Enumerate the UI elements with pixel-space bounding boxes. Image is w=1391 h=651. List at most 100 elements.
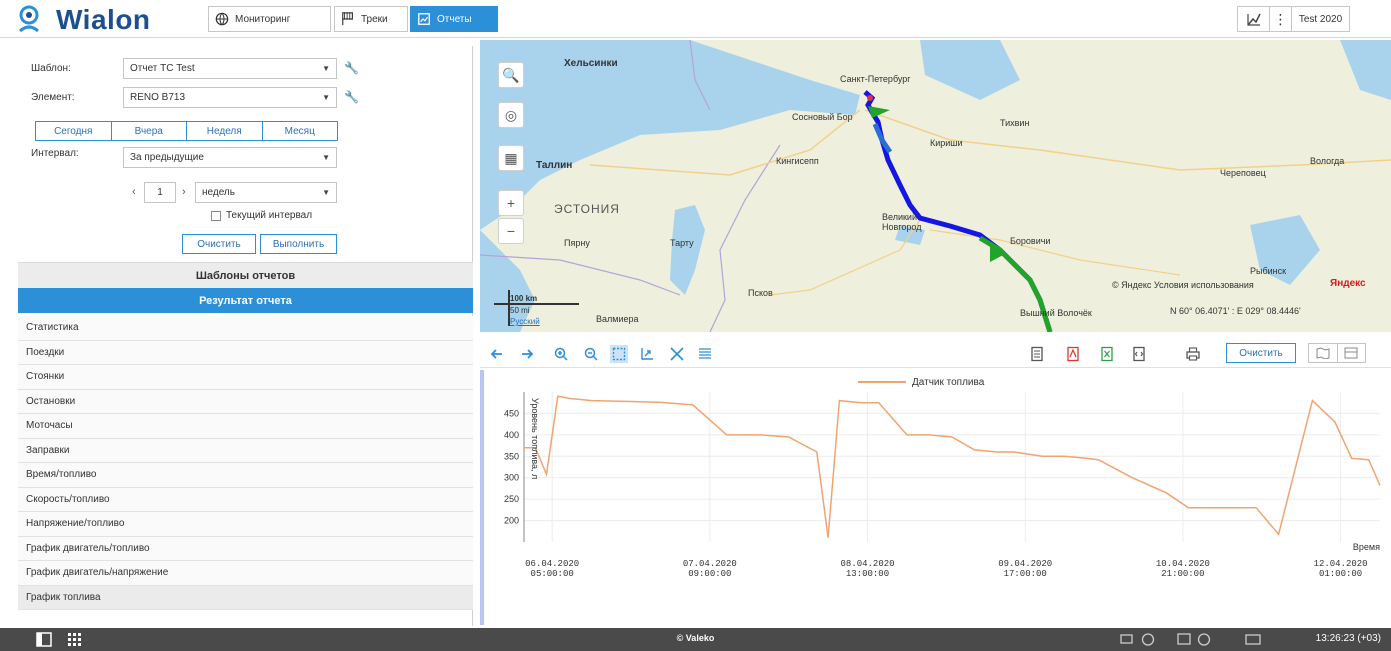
y-tick-label: 450 (504, 408, 519, 418)
result-table-item[interactable]: Моточасы (18, 414, 473, 439)
wialon-logo[interactable]: Wialon (16, 4, 151, 36)
pdf-icon (1067, 346, 1079, 362)
locate-icon: ◎ (504, 106, 518, 123)
x-tick-label: 07.04.2020 09:00:00 (683, 559, 737, 579)
tab-tracks-label: Треки (361, 13, 388, 25)
chart-clear-button[interactable]: Очистить (1226, 343, 1296, 363)
map-copyright[interactable]: © Яндекс Условия использования (1112, 280, 1254, 290)
sessions-icon[interactable] (1176, 632, 1192, 647)
city-label: Санкт-Петербург (840, 74, 911, 84)
result-table-item[interactable]: Поездки (18, 340, 473, 365)
export-excel-button[interactable] (1098, 345, 1116, 363)
search-icon: 🔍 (502, 66, 520, 83)
result-table-item[interactable]: Время/топливо (18, 463, 473, 488)
scale-language-link[interactable]: Русский (510, 317, 540, 326)
export-pdf-button[interactable] (1064, 345, 1082, 363)
run-button[interactable]: Выполнить (260, 234, 337, 254)
city-label: Великий Новгород (882, 212, 922, 232)
templates-section-header[interactable]: Шаблоны отчетов (18, 262, 473, 288)
result-section-header[interactable]: Результат отчета (18, 288, 473, 313)
result-table-item[interactable]: Напряжение/топливо (18, 512, 473, 537)
result-table-item[interactable]: Стоянки (18, 365, 473, 390)
city-label: Сосновый Бор (792, 112, 853, 122)
x-tick-label: 08.04.2020 13:00:00 (841, 559, 895, 579)
xml-icon (1133, 346, 1145, 362)
map-background (480, 40, 1391, 332)
element-select[interactable]: RENO B713 ▼ (123, 86, 337, 108)
logo-text: Wialon (56, 4, 151, 35)
country-label: ЭСТОНИЯ (554, 202, 620, 216)
clear-button[interactable]: Очистить (182, 234, 256, 254)
template-settings-icon[interactable]: 🔧 (344, 61, 359, 75)
period-month-button[interactable]: Месяц (263, 122, 338, 140)
status-icon[interactable] (1196, 632, 1212, 647)
result-table-item[interactable]: График двигатель/топливо (18, 536, 473, 561)
map-layers-icon: ▦ (504, 149, 518, 166)
period-yesterday-button[interactable]: Вчера (112, 122, 187, 140)
back-button[interactable] (488, 345, 506, 363)
route-icon (1246, 13, 1261, 26)
select-area-button[interactable] (610, 345, 628, 363)
template-select[interactable]: Отчет ТС Test ▼ (123, 57, 337, 79)
globe-icon (215, 12, 229, 26)
zoom-out-chart-button[interactable] (582, 345, 600, 363)
interval-select[interactable]: За предыдущие ▼ (123, 146, 337, 168)
element-select-value: RENO B713 (130, 91, 186, 103)
zoom-in-chart-button[interactable] (552, 345, 570, 363)
current-interval-row: Текущий интервал (18, 206, 473, 228)
result-table-item[interactable]: График топлива (18, 585, 473, 610)
more-menu-button[interactable]: ⋮ (1270, 6, 1292, 32)
city-label: Кингисепп (776, 156, 819, 166)
interval-count-input[interactable]: 1 (144, 181, 176, 203)
y-tick-label: 200 (504, 516, 519, 526)
zoom-x-button[interactable] (638, 345, 656, 363)
zoom-in-button[interactable]: + (498, 190, 524, 216)
map-locate-button[interactable]: ◎ (498, 102, 524, 128)
result-table-item[interactable]: Заправки (18, 438, 473, 463)
result-table-item[interactable]: Остановки (18, 389, 473, 414)
result-table-item[interactable]: Статистика (18, 316, 473, 341)
chart-list-button[interactable] (696, 345, 714, 363)
city-label: Псков (748, 288, 773, 298)
period-week-button[interactable]: Неделя (187, 122, 263, 140)
city-label: Тихвин (1000, 118, 1030, 128)
print-button[interactable] (1184, 345, 1202, 363)
route-button[interactable] (1237, 6, 1270, 32)
increment-button[interactable]: › (182, 186, 186, 198)
period-today-button[interactable]: Сегодня (36, 122, 112, 140)
y-tick-label: 350 (504, 451, 519, 461)
user-menu-button[interactable]: Test 2020 (1292, 6, 1350, 32)
notifications-icon[interactable] (1140, 632, 1156, 647)
export-html-button[interactable] (1028, 345, 1046, 363)
result-table-item[interactable]: Скорость/топливо (18, 487, 473, 512)
zoom-out-button[interactable]: − (498, 218, 524, 244)
flag-icon (342, 12, 353, 26)
result-table-item[interactable]: График двигатель/напряжение (18, 561, 473, 586)
map-search-button[interactable]: 🔍 (498, 62, 524, 88)
tab-tracks[interactable]: Треки (334, 6, 408, 32)
plus-icon: + (506, 195, 516, 211)
layout-map-button[interactable] (1309, 344, 1338, 362)
map[interactable]: 🔍 ◎ ▦ + − Хельсинки Санкт-Петербург Сосн… (480, 40, 1391, 332)
export-xml-button[interactable] (1130, 345, 1148, 363)
zoom-out-icon (584, 347, 598, 361)
current-interval-checkbox[interactable] (211, 211, 221, 221)
logo-icon (19, 5, 39, 33)
x-tick-label: 12.04.2020 01:00:00 (1314, 559, 1368, 579)
template-row: Шаблон: Отчет ТС Test ▼ 🔧 (18, 57, 473, 79)
tab-monitoring-label: Мониторинг (235, 13, 291, 25)
interval-unit-value: недель (202, 186, 235, 198)
map-layers-button[interactable]: ▦ (498, 145, 524, 171)
zoom-x-icon (641, 348, 653, 360)
decrement-button[interactable]: ‹ (132, 186, 136, 198)
tab-reports[interactable]: Отчеты (410, 6, 498, 32)
tab-monitoring[interactable]: Мониторинг (208, 6, 331, 32)
forward-button[interactable] (518, 345, 536, 363)
reset-zoom-button[interactable] (668, 345, 686, 363)
messages-icon[interactable] (1120, 632, 1136, 647)
keyboard-icon[interactable] (1245, 632, 1261, 647)
layout-table-button[interactable] (1338, 344, 1366, 362)
element-settings-icon[interactable]: 🔧 (344, 90, 359, 104)
interval-unit-select[interactable]: недель ▼ (195, 181, 337, 203)
fuel-chart[interactable]: 200 250 300 350 400 450 06.04.2020 05:00:00 07.0… (484, 370, 1391, 625)
